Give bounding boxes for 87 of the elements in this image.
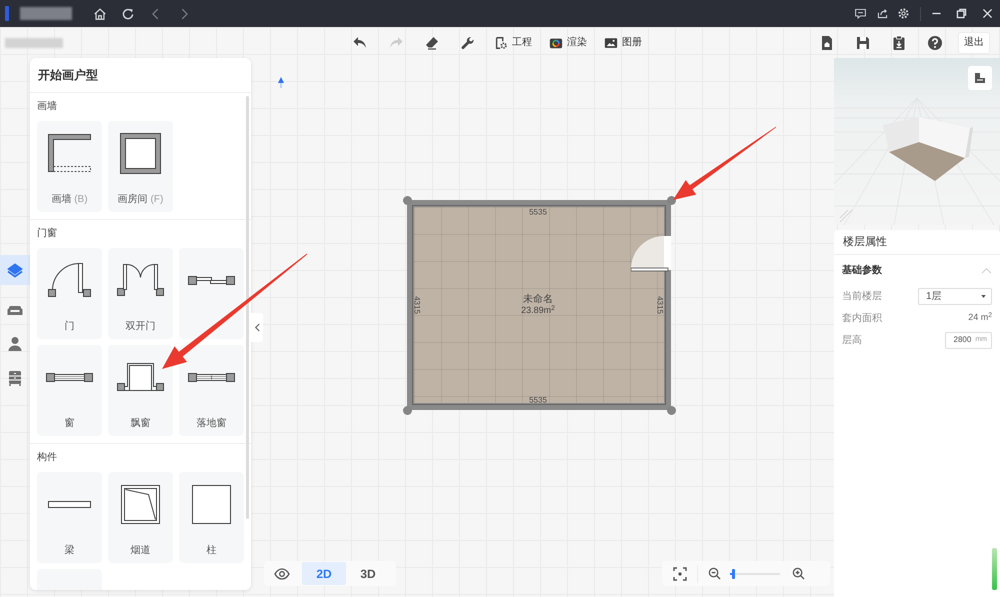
logo-mark bbox=[5, 6, 9, 21]
section-heading: 画墙 bbox=[37, 101, 57, 113]
settings-icon[interactable] bbox=[897, 7, 910, 20]
dimension-label: 4315 bbox=[412, 296, 422, 314]
share-icon[interactable] bbox=[876, 7, 889, 20]
chevron-left-icon bbox=[254, 323, 260, 332]
dimension-label: 5535 bbox=[529, 208, 547, 216]
field-label: 当前楼层 bbox=[842, 290, 882, 304]
wall-tool-icon bbox=[48, 134, 91, 172]
document-gear-icon bbox=[494, 36, 508, 50]
pixelated-block bbox=[20, 7, 72, 20]
field-label: 层高 bbox=[842, 334, 862, 348]
bay-window-symbol-icon bbox=[117, 363, 164, 391]
undo-icon[interactable] bbox=[352, 34, 368, 50]
render-button[interactable]: 渲染 bbox=[549, 35, 587, 50]
field-value: 24 m$^{2}$ bbox=[968, 311, 992, 324]
exit-button[interactable]: 退出 bbox=[958, 32, 990, 54]
panel-title: 楼层属性 bbox=[843, 234, 887, 250]
room-tool-icon bbox=[120, 132, 161, 174]
tool-tile[interactable]: 画墙 (B) bbox=[37, 121, 102, 212]
person-icon bbox=[6, 335, 24, 353]
double-door-symbol-icon bbox=[117, 264, 164, 296]
camera-icon bbox=[549, 36, 563, 50]
flue-symbol-icon bbox=[121, 484, 160, 524]
pixelated-block bbox=[5, 38, 63, 48]
french-window-symbol-icon bbox=[188, 372, 235, 382]
tool-tile[interactable]: 柱 bbox=[179, 472, 244, 563]
eraser-icon[interactable] bbox=[424, 34, 440, 50]
door-symbol bbox=[631, 236, 671, 273]
side-tab[interactable] bbox=[0, 255, 30, 285]
room-area: 23.89m$^{2}$ bbox=[521, 305, 555, 316]
wall-joint-icon[interactable] bbox=[667, 196, 676, 205]
picture-icon bbox=[604, 36, 618, 50]
collapse-panel-button[interactable] bbox=[251, 313, 263, 342]
indicator-bar bbox=[992, 548, 997, 590]
section-heading: 基础参数 bbox=[842, 264, 882, 278]
fit-view-icon[interactable] bbox=[673, 566, 687, 580]
wall-joint-icon[interactable] bbox=[667, 406, 676, 415]
project-button[interactable]: 工程 bbox=[494, 35, 532, 50]
tool-tile[interactable]: 落地窗 bbox=[179, 345, 244, 436]
dimension-label: 5535 bbox=[529, 396, 547, 404]
close-icon[interactable] bbox=[981, 7, 994, 20]
column-symbol-icon bbox=[192, 484, 231, 524]
tool-tile[interactable]: 窗 bbox=[37, 345, 102, 436]
section-heading: 门窗 bbox=[37, 228, 57, 240]
door-symbol-icon bbox=[48, 263, 91, 297]
home-icon[interactable] bbox=[93, 6, 107, 20]
section-heading: 构件 bbox=[37, 452, 57, 464]
layers-icon bbox=[6, 261, 24, 279]
tool-tile[interactable]: 梁 bbox=[37, 472, 102, 563]
layout-toggle-button[interactable] bbox=[968, 66, 992, 90]
room-name: 未命名 bbox=[523, 294, 553, 305]
compass-marker-icon bbox=[278, 77, 284, 88]
album-button[interactable]: 图册 bbox=[604, 35, 642, 50]
wrench-icon[interactable] bbox=[460, 34, 476, 50]
clipboard-download-icon[interactable] bbox=[891, 34, 907, 50]
zoom-in-icon[interactable] bbox=[792, 567, 805, 580]
view-mode-tab[interactable]: 3D bbox=[346, 562, 390, 585]
sliding-door-symbol-icon bbox=[188, 276, 235, 284]
floorplan-icon bbox=[974, 72, 986, 84]
tool-tile[interactable]: 烟道 bbox=[108, 472, 173, 563]
restore-icon[interactable] bbox=[955, 7, 968, 20]
tool-tile[interactable]: 门 bbox=[37, 248, 102, 339]
save-icon[interactable] bbox=[855, 34, 871, 50]
zoom-slider[interactable] bbox=[730, 568, 780, 580]
dimension-label: 4315 bbox=[656, 296, 664, 314]
tool-tile[interactable]: 画房间 (F) bbox=[108, 121, 173, 212]
refresh-icon[interactable] bbox=[121, 6, 135, 20]
eye-icon[interactable] bbox=[274, 568, 290, 580]
tool-tile[interactable] bbox=[179, 248, 244, 339]
tool-tile[interactable]: 飘窗 bbox=[108, 345, 173, 436]
field-label: 套内面积 bbox=[842, 312, 882, 326]
house-document-icon[interactable] bbox=[819, 34, 835, 50]
beam-symbol-icon bbox=[48, 500, 91, 508]
wall-joint-icon[interactable] bbox=[403, 196, 412, 205]
message-icon[interactable] bbox=[854, 7, 867, 20]
cabinet-icon bbox=[6, 369, 24, 387]
scrollbar-thumb[interactable] bbox=[246, 96, 249, 519]
floor-select[interactable]: 1层 bbox=[918, 288, 992, 304]
help-icon[interactable] bbox=[927, 34, 943, 50]
dropdown-caret-icon bbox=[981, 294, 986, 298]
wall-joint-icon[interactable] bbox=[403, 406, 412, 415]
panel-title: 开始画户型 bbox=[38, 67, 98, 84]
slider-thumb[interactable] bbox=[732, 568, 735, 578]
tool-tile[interactable]: 双开门 bbox=[108, 248, 173, 339]
zoom-out-icon[interactable] bbox=[708, 567, 721, 580]
window-symbol-icon bbox=[46, 372, 93, 382]
